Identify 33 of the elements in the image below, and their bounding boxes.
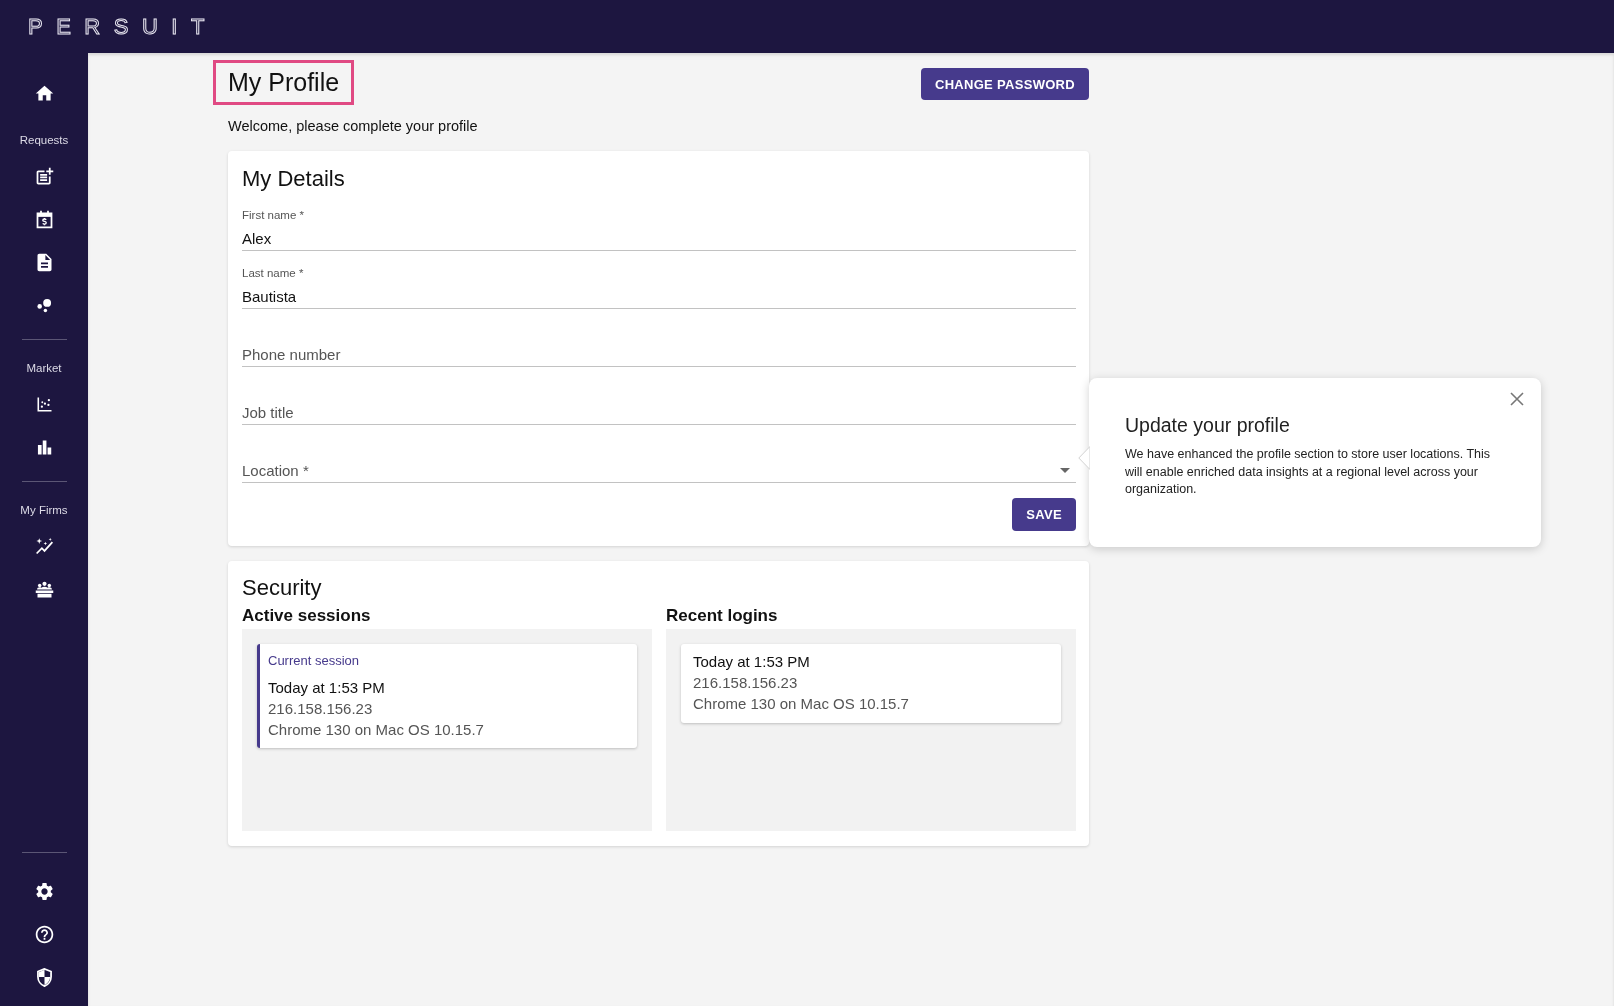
- text-field[interactable]: Bautista: [242, 284, 1076, 309]
- select-field[interactable]: Location *: [242, 458, 1076, 483]
- card-title: My Details: [242, 165, 346, 193]
- text-field[interactable]: Alex: [242, 226, 1076, 251]
- section-heading: Recent logins: [666, 605, 779, 627]
- logo[interactable]: PERSUIT: [28, 13, 218, 40]
- card-title: Security: [242, 574, 323, 602]
- nav-section-heading: Requests: [19, 133, 69, 148]
- help-icon[interactable]: [33, 924, 55, 945]
- sparkle-trend-icon[interactable]: [33, 536, 55, 557]
- nav-section-heading: My Firms: [20, 503, 68, 518]
- caret-icon: [1060, 468, 1070, 473]
- page-title: My Profile: [213, 60, 355, 105]
- device-info: Chrome 130 on Mac OS 10.15.7: [268, 720, 485, 740]
- field-label: Last name *: [242, 266, 305, 281]
- device-info: Chrome 130 on Mac OS 10.15.7: [693, 694, 910, 714]
- section-heading: Active sessions: [242, 605, 372, 627]
- login-time: Today at 1:53 PM: [268, 678, 386, 698]
- text-field[interactable]: Phone number: [242, 342, 1076, 367]
- team-desk-icon[interactable]: [33, 579, 55, 600]
- nav-section-heading: Market: [26, 361, 62, 376]
- session-status-label: Current session: [268, 652, 361, 670]
- ip-address: 216.158.156.23: [693, 673, 799, 693]
- login-time: Today at 1:53 PM: [693, 652, 811, 672]
- text-field[interactable]: Job title: [242, 400, 1076, 425]
- change-password-button[interactable]: CHANGE PASSWORD: [920, 68, 1089, 100]
- popover-text: We have enhanced the profile section to store user locations. This will enable enriched data insights at a regional level across your organization.: [1125, 446, 1492, 498]
- ip-address: 216.158.156.23: [268, 699, 374, 719]
- welcome-text: Welcome, please complete your profile: [228, 117, 479, 136]
- popover-title: Update your profile: [1125, 413, 1291, 438]
- save-button[interactable]: SAVE: [1012, 498, 1076, 531]
- close-icon[interactable]: [1510, 392, 1524, 406]
- field-label: First name *: [242, 208, 305, 223]
